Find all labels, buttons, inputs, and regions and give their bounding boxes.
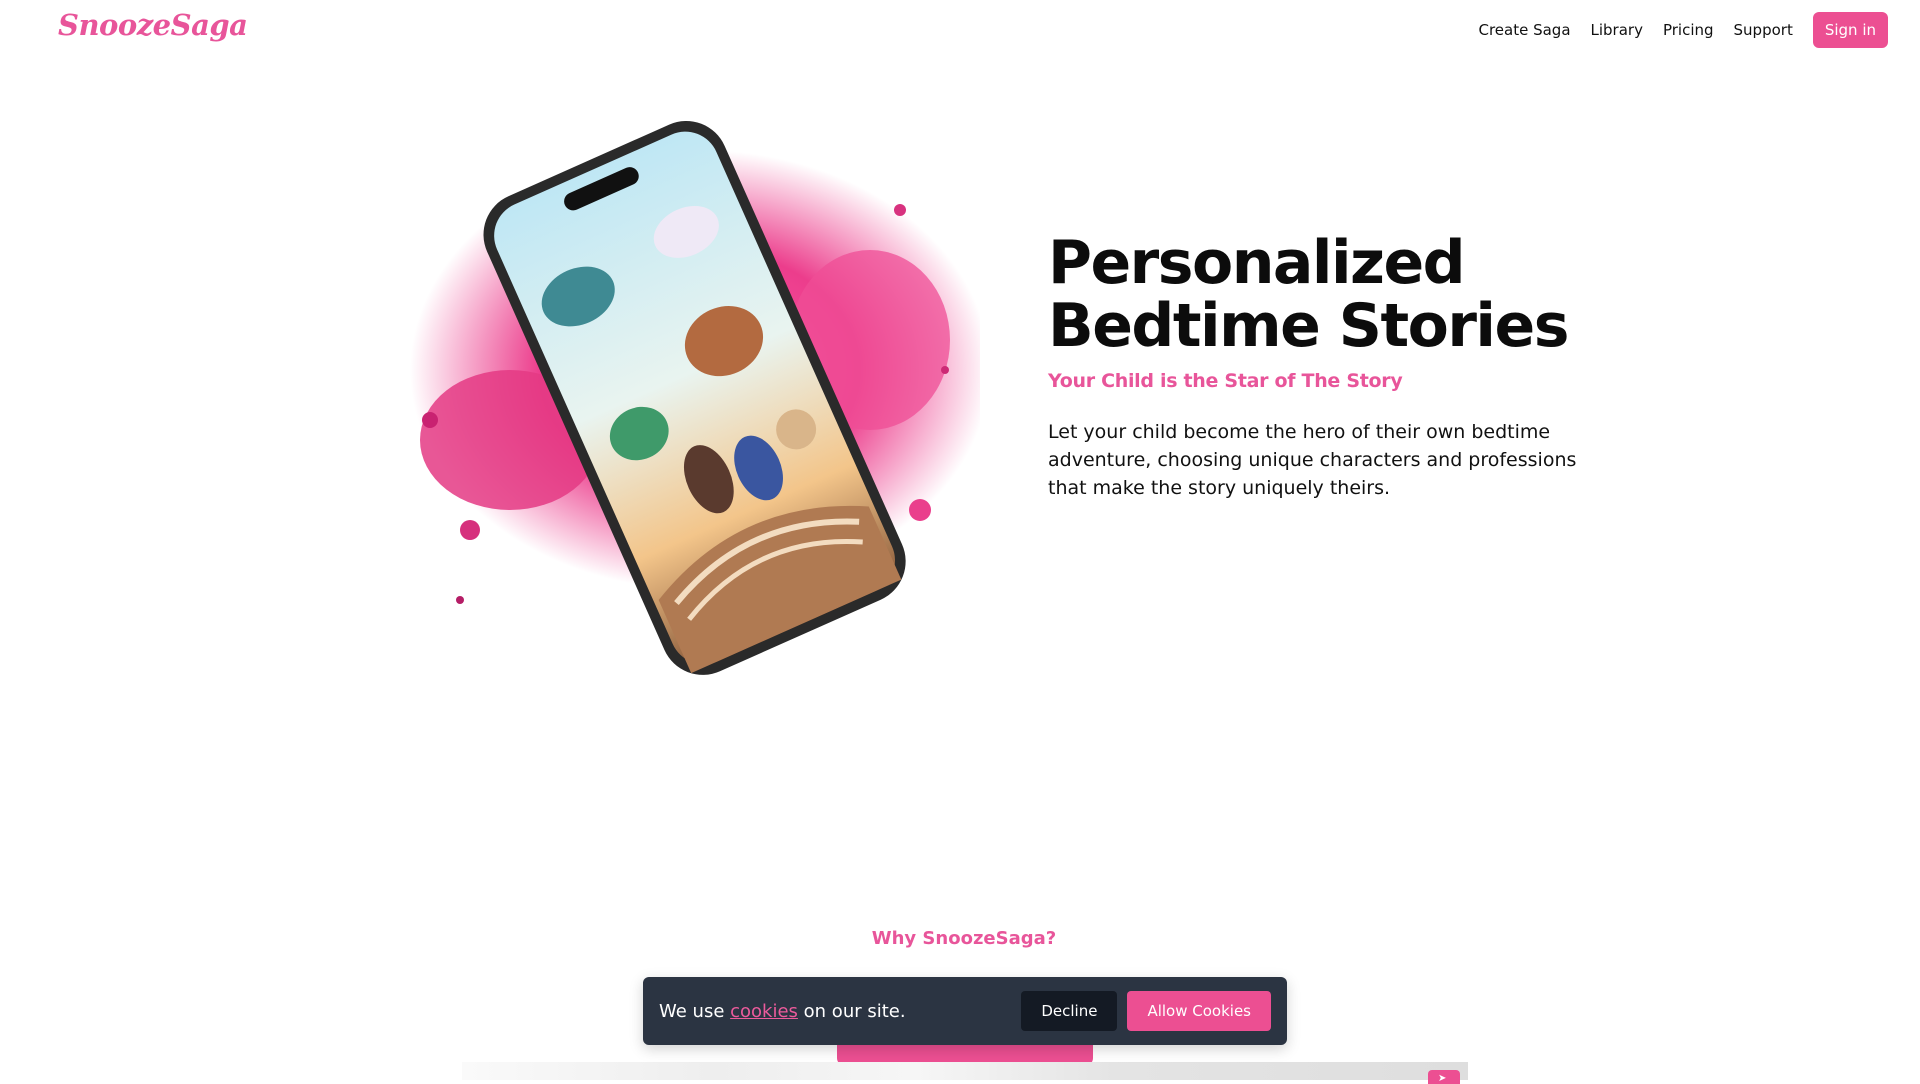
top-navbar: SnoozeSaga Create Saga Library Pricing S… <box>0 0 1920 60</box>
nav-link-library[interactable]: Library <box>1591 21 1643 39</box>
nav-link-support[interactable]: Support <box>1734 21 1793 39</box>
sign-in-button[interactable]: Sign in <box>1812 12 1888 48</box>
share-icon[interactable]: ➤ <box>1428 1070 1460 1084</box>
nav-link-pricing[interactable]: Pricing <box>1663 21 1714 39</box>
hero-illustration-svg <box>410 121 980 675</box>
hero-text-block: Personalized Bedtime Stories Your Child … <box>1048 232 1608 502</box>
cookie-prefix: We use <box>659 1000 731 1022</box>
cookie-suffix: on our site. <box>797 1000 906 1022</box>
hero-phone-illustration <box>400 110 980 680</box>
cookie-banner: We use cookies on our site. Decline Allo… <box>643 977 1287 1045</box>
preview-images-strip <box>462 1062 1468 1080</box>
hero-description: Let your child become the hero of their … <box>1048 421 1577 499</box>
cookies-link[interactable]: cookies <box>730 1001 798 1022</box>
nav-links: Create Saga Library Pricing Support Sign… <box>1478 12 1888 48</box>
decline-cookies-button[interactable]: Decline <box>1021 991 1118 1031</box>
allow-cookies-button[interactable]: Allow Cookies <box>1127 991 1271 1031</box>
why-section-label: Why SnoozeSaga? <box>871 928 1057 949</box>
hero-subtitle: Your Child is the Star of The Story <box>1048 370 1403 392</box>
hero-title-line2: Bedtime Stories <box>1048 291 1569 361</box>
brand-logo[interactable]: SnoozeSaga <box>58 8 248 42</box>
nav-link-create-saga[interactable]: Create Saga <box>1478 21 1570 39</box>
cookie-message: We use cookies on our site. <box>659 1001 1021 1022</box>
hero-title: Personalized Bedtime Stories <box>1048 232 1608 358</box>
hero-title-line1: Personalized <box>1048 228 1466 298</box>
